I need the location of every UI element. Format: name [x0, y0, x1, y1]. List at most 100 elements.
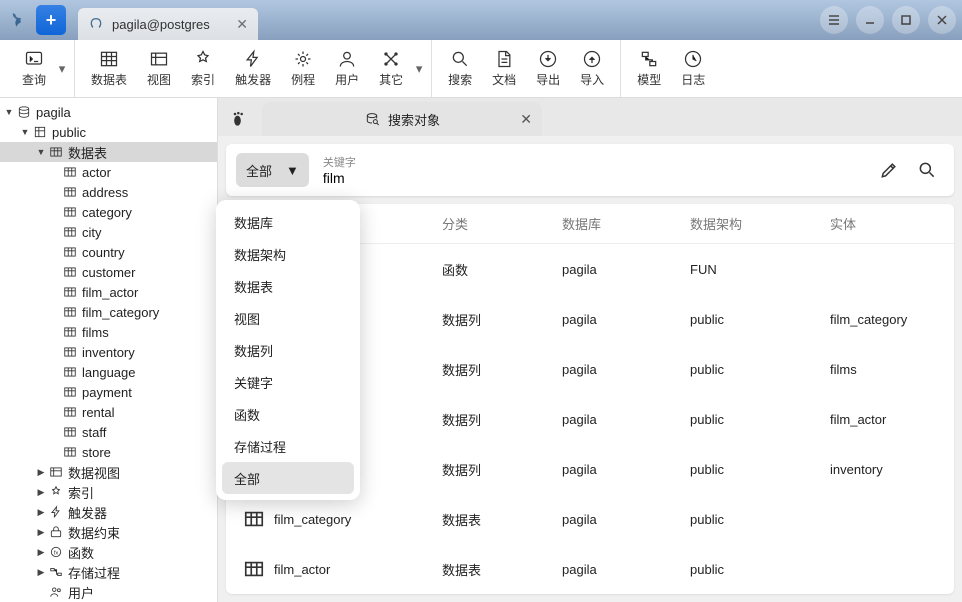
export-button[interactable]: 导出	[526, 45, 570, 92]
tables-folder-icon	[48, 145, 64, 159]
filter-dropdown-menu: 数据库数据架构数据表视图数据列关键字函数存储过程全部	[216, 200, 360, 500]
tree-table-item[interactable]: language	[0, 362, 217, 382]
tree-table-item[interactable]: actor	[0, 162, 217, 182]
svg-text:fx: fx	[54, 550, 59, 556]
filter-option[interactable]: 数据表	[222, 270, 354, 302]
tree-table-item[interactable]: category	[0, 202, 217, 222]
trigger-icon	[243, 49, 263, 69]
filter-option[interactable]: 数据架构	[222, 238, 354, 270]
content-tab-search[interactable]: 搜索对象 ✕	[262, 102, 542, 136]
user-button[interactable]: 用户	[325, 45, 369, 92]
content-home-button[interactable]	[224, 102, 256, 136]
tree-table-item[interactable]: film_category	[0, 302, 217, 322]
index-tree-icon	[48, 485, 64, 499]
table-item-icon	[62, 185, 78, 199]
col-category[interactable]: 分类	[442, 214, 562, 233]
maximize-button[interactable]	[892, 6, 920, 34]
hamburger-menu-button[interactable]	[820, 6, 848, 34]
tree-table-item[interactable]: staff	[0, 422, 217, 442]
run-search-button[interactable]	[916, 159, 938, 181]
tree-index-node[interactable]: ▶索引	[0, 482, 217, 502]
other-dropdown[interactable]: ▾	[413, 61, 425, 77]
trigger-button[interactable]: 触发器	[225, 45, 281, 92]
result-table-icon	[242, 557, 266, 581]
filter-option[interactable]: 数据列	[222, 334, 354, 366]
export-icon	[538, 49, 558, 69]
user-icon	[337, 49, 357, 69]
tree-function-node[interactable]: ▶fx函数	[0, 542, 217, 562]
table-item-icon	[62, 165, 78, 179]
col-entity[interactable]: 实体	[830, 214, 954, 233]
filter-dropdown[interactable]: 全部 ▼	[236, 153, 309, 187]
result-row[interactable]: film_actor数据表pagilapublic	[226, 544, 954, 594]
filter-option[interactable]: 视图	[222, 302, 354, 334]
col-schema[interactable]: 数据架构	[690, 214, 830, 233]
views-icon	[48, 465, 64, 479]
col-database[interactable]: 数据库	[562, 214, 690, 233]
query-button[interactable]: 查询	[12, 45, 56, 92]
index-button[interactable]: 索引	[181, 45, 225, 92]
table-item-icon	[62, 325, 78, 339]
foot-icon	[230, 109, 250, 129]
tree-table-item[interactable]: country	[0, 242, 217, 262]
tree-schema[interactable]: ▼public	[0, 122, 217, 142]
log-button[interactable]: 日志	[671, 45, 715, 92]
new-connection-button[interactable]: +	[36, 5, 66, 35]
tree-proc-node[interactable]: ▶存储过程	[0, 562, 217, 582]
object-tree[interactable]: ▼pagila ▼public ▼数据表 actoraddresscategor…	[0, 98, 218, 602]
filter-option[interactable]: 全部	[222, 462, 354, 494]
doc-icon	[494, 49, 514, 69]
connection-tab[interactable]: pagila@postgres ✕	[78, 8, 258, 40]
tree-table-item[interactable]: city	[0, 222, 217, 242]
filter-option[interactable]: 函数	[222, 398, 354, 430]
other-button[interactable]: 其它	[369, 45, 413, 92]
tree-table-item[interactable]: customer	[0, 262, 217, 282]
connection-tab-title: pagila@postgres	[112, 17, 228, 32]
trigger-tree-icon	[48, 505, 64, 519]
search-bar: 全部 ▼ 关键字	[226, 144, 954, 196]
edit-search-button[interactable]	[878, 159, 900, 181]
import-button[interactable]: 导入	[570, 45, 614, 92]
filter-option[interactable]: 存储过程	[222, 430, 354, 462]
table-item-icon	[62, 205, 78, 219]
tree-views-node[interactable]: ▶数据视图	[0, 462, 217, 482]
minimize-button[interactable]	[856, 6, 884, 34]
close-tab-icon[interactable]: ✕	[236, 16, 248, 33]
query-dropdown[interactable]: ▾	[56, 61, 68, 77]
tree-trigger-node[interactable]: ▶触发器	[0, 502, 217, 522]
tree-constraint-node[interactable]: ▶数据约束	[0, 522, 217, 542]
table-item-icon	[62, 345, 78, 359]
tree-table-item[interactable]: film_actor	[0, 282, 217, 302]
tree-table-item[interactable]: inventory	[0, 342, 217, 362]
close-window-button[interactable]	[928, 6, 956, 34]
table-item-icon	[62, 265, 78, 279]
tree-table-item[interactable]: films	[0, 322, 217, 342]
view-button[interactable]: 视图	[137, 45, 181, 92]
table-button[interactable]: 数据表	[81, 45, 137, 92]
search-keyword-label: 关键字	[323, 154, 878, 170]
tree-table-item[interactable]: rental	[0, 402, 217, 422]
tree-table-item[interactable]: payment	[0, 382, 217, 402]
schema-icon	[32, 125, 48, 139]
index-icon	[193, 49, 213, 69]
tree-db[interactable]: ▼pagila	[0, 102, 217, 122]
app-logo	[6, 8, 30, 32]
close-content-tab-icon[interactable]: ✕	[520, 111, 532, 128]
table-item-icon	[62, 385, 78, 399]
tree-table-item[interactable]: store	[0, 442, 217, 462]
table-item-icon	[62, 285, 78, 299]
table-item-icon	[62, 225, 78, 239]
log-icon	[683, 49, 703, 69]
filter-option[interactable]: 关键字	[222, 366, 354, 398]
tree-tables-node[interactable]: ▼数据表	[0, 142, 217, 162]
search-button[interactable]: 搜索	[438, 45, 482, 92]
table-item-icon	[62, 445, 78, 459]
tree-user-node[interactable]: 用户	[0, 582, 217, 602]
doc-button[interactable]: 文档	[482, 45, 526, 92]
filter-option[interactable]: 数据库	[222, 206, 354, 238]
model-button[interactable]: 模型	[627, 45, 671, 92]
search-input[interactable]	[323, 170, 878, 186]
proc-button[interactable]: 例程	[281, 45, 325, 92]
tree-table-item[interactable]: address	[0, 182, 217, 202]
result-row[interactable]: film_category数据表pagilapublic	[226, 494, 954, 544]
